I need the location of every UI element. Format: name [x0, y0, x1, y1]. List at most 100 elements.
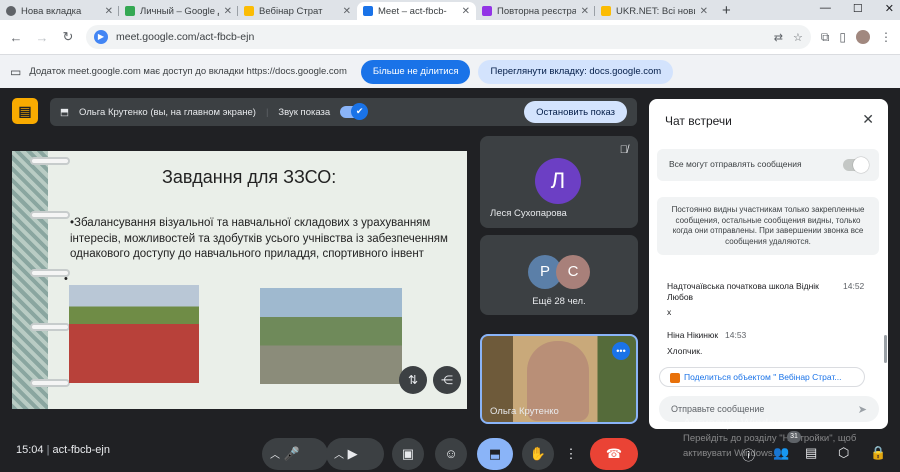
profile-avatar[interactable]	[856, 30, 870, 44]
tab-label: Личный – Google Д	[140, 5, 219, 17]
stop-presenting-button[interactable]: Остановить показ	[524, 101, 627, 123]
close-icon[interactable]: ✕	[343, 6, 351, 17]
maximize-icon[interactable]: ☐	[853, 2, 863, 15]
participant-name: Ольга Крутенко	[490, 406, 559, 417]
slide-bullet: •Збалансування візуальної та навчальної …	[70, 217, 448, 260]
camera-button[interactable]: ︿ ▶	[326, 438, 384, 470]
message-time: 14:52	[843, 281, 865, 291]
slide-bullet-text: Збалансування візуальної та навчальної с…	[70, 217, 448, 260]
chat-input-placeholder: Отправьте сообщение	[671, 404, 765, 414]
slide-bullet-empty: •	[64, 273, 68, 285]
allow-messages-toggle[interactable]	[843, 157, 869, 173]
activities-icon[interactable]: ⬡	[838, 445, 849, 461]
tab-webinar[interactable]: Вебінар Страт ✕	[238, 2, 357, 20]
translate-icon[interactable]: ⇄	[774, 31, 783, 44]
present-button[interactable]: ⬒	[477, 438, 513, 470]
allow-messages-label: Все могут отправлять сообщения	[669, 159, 802, 169]
chat-scrollbar[interactable]	[884, 335, 887, 363]
message-sender: Ніна Нікинюк	[667, 330, 719, 340]
more-options-button[interactable]: ⋮	[560, 438, 582, 470]
drive-icon	[125, 6, 135, 16]
tab-google-drive[interactable]: Личный – Google Д ✕	[119, 2, 238, 20]
chat-icon[interactable]: ▤	[805, 445, 817, 461]
tab-label: Meet – act-fbcb-	[378, 5, 447, 17]
self-video-tile[interactable]: ••• Ольга Крутенко	[480, 334, 638, 424]
microphone-button[interactable]: ︿ 🎤	[262, 438, 328, 470]
close-icon[interactable]: ✕	[462, 6, 470, 17]
divider: |	[265, 106, 269, 118]
slides-logo-icon: ▤	[12, 98, 38, 124]
presentation-bar: ⬒ Ольга Крутенко (вы, на главном экране)…	[50, 98, 637, 126]
captions-button[interactable]: ▣	[392, 438, 424, 470]
hangup-icon: ☎	[605, 446, 623, 461]
minimize-icon[interactable]: —	[820, 2, 831, 15]
sidepanel-icon[interactable]: ▯	[839, 30, 846, 44]
tab-label: Нова вкладка	[21, 5, 82, 17]
slides-icon	[670, 372, 680, 383]
tab-ukrnet[interactable]: UKR.NET: Всі новин ✕	[595, 2, 714, 20]
share-icon[interactable]: ⋲	[433, 366, 461, 394]
share-message: Додаток meet.google.com має доступ до вк…	[29, 66, 347, 77]
tab-meet[interactable]: Meet – act-fbcb- ✕	[357, 2, 476, 20]
pinned-label: Поделиться объектом " Вебінар Страт...	[684, 372, 842, 382]
leave-call-button[interactable]: ☎	[590, 438, 638, 470]
chat-notice: Постоянно видны участникам только закреп…	[657, 197, 879, 255]
meet-site-icon: ▶	[94, 30, 108, 44]
close-icon[interactable]: ✕	[105, 6, 113, 17]
info-icon[interactable]: ⓘ	[742, 445, 755, 464]
news-icon	[601, 6, 611, 16]
close-icon[interactable]: ✕	[581, 6, 589, 17]
meet-icon	[363, 6, 373, 16]
stop-sharing-button[interactable]: Більше не ділитися	[360, 59, 471, 84]
close-icon[interactable]: ✕	[862, 111, 874, 128]
time: 15:04	[16, 444, 44, 456]
swap-layout-icon[interactable]: ⇅	[399, 366, 427, 394]
pinned-share-chip[interactable]: Поделиться объектом " Вебінар Страт...	[659, 367, 865, 387]
message-time: 14:53	[725, 330, 747, 340]
raise-hand-button[interactable]: ✋	[522, 438, 554, 470]
spiral-ring	[30, 157, 70, 165]
chevron-up-icon[interactable]: ︿	[270, 450, 280, 461]
cast-icon: ▭	[10, 64, 22, 79]
star-icon[interactable]: ☆	[793, 31, 803, 44]
tab-new-tab[interactable]: Нова вкладка ✕	[0, 2, 119, 20]
extensions-icon[interactable]: ⧉	[821, 30, 830, 45]
sports-field-photo	[69, 285, 199, 383]
menu-kebab-icon[interactable]: ⋮	[880, 30, 892, 44]
new-tab-button[interactable]: +	[714, 2, 739, 20]
more-participants-tile[interactable]: Р С Ещё 28 чел.	[480, 235, 638, 315]
more-options-icon[interactable]: •••	[612, 342, 630, 360]
send-icon[interactable]: ➤	[858, 403, 867, 416]
message-text: Хлопчик.	[667, 346, 703, 356]
emoji-button[interactable]: ☺	[435, 438, 467, 470]
mic-off-icon: 🎙̸	[619, 144, 628, 156]
message-text: х	[667, 307, 672, 317]
sound-toggle[interactable]	[340, 103, 369, 120]
presenter-label: Ольга Крутенко (вы, на главном экране)	[78, 106, 256, 118]
people-icon[interactable]: 👥	[773, 445, 789, 461]
globe-icon	[6, 6, 16, 16]
tab-registration[interactable]: Повторна реєстрац ✕	[476, 2, 595, 20]
slides-icon	[244, 6, 254, 16]
close-icon[interactable]: ✕	[700, 6, 708, 17]
spiral-ring	[30, 379, 70, 387]
present-icon: ⬒	[488, 446, 502, 461]
participant-tile-lesia[interactable]: 🎙̸ Л Леся Сухопарова	[480, 136, 638, 228]
forward-arrow-icon[interactable]: →	[34, 30, 50, 45]
spiral-ring	[30, 211, 70, 219]
close-window-icon[interactable]: ✕	[885, 2, 894, 15]
tab-label: Вебінар Страт	[259, 5, 323, 17]
reload-icon[interactable]: ↻	[60, 29, 76, 45]
avatar: Л	[535, 158, 581, 204]
address-bar[interactable]: ▶ meet.google.com/act-fbcb-ejn ⇄ ☆	[86, 25, 811, 49]
hand-icon: ✋	[529, 446, 547, 461]
chevron-up-icon[interactable]: ︿	[334, 450, 344, 461]
meeting-code: act-fbcb-ejn	[52, 444, 110, 456]
sound-label: Звук показа	[278, 106, 331, 118]
host-controls-icon[interactable]: 🔒	[870, 445, 886, 461]
watermark-line3: активувати Windows.	[683, 448, 776, 459]
close-icon[interactable]: ✕	[224, 6, 232, 17]
switch-tab-button[interactable]: Переглянути вкладку: docs.google.com	[478, 59, 674, 84]
back-arrow-icon[interactable]: ←	[8, 30, 24, 45]
watermark-line2: Перейдіть до розділу "Настройки", щоб	[683, 433, 857, 444]
